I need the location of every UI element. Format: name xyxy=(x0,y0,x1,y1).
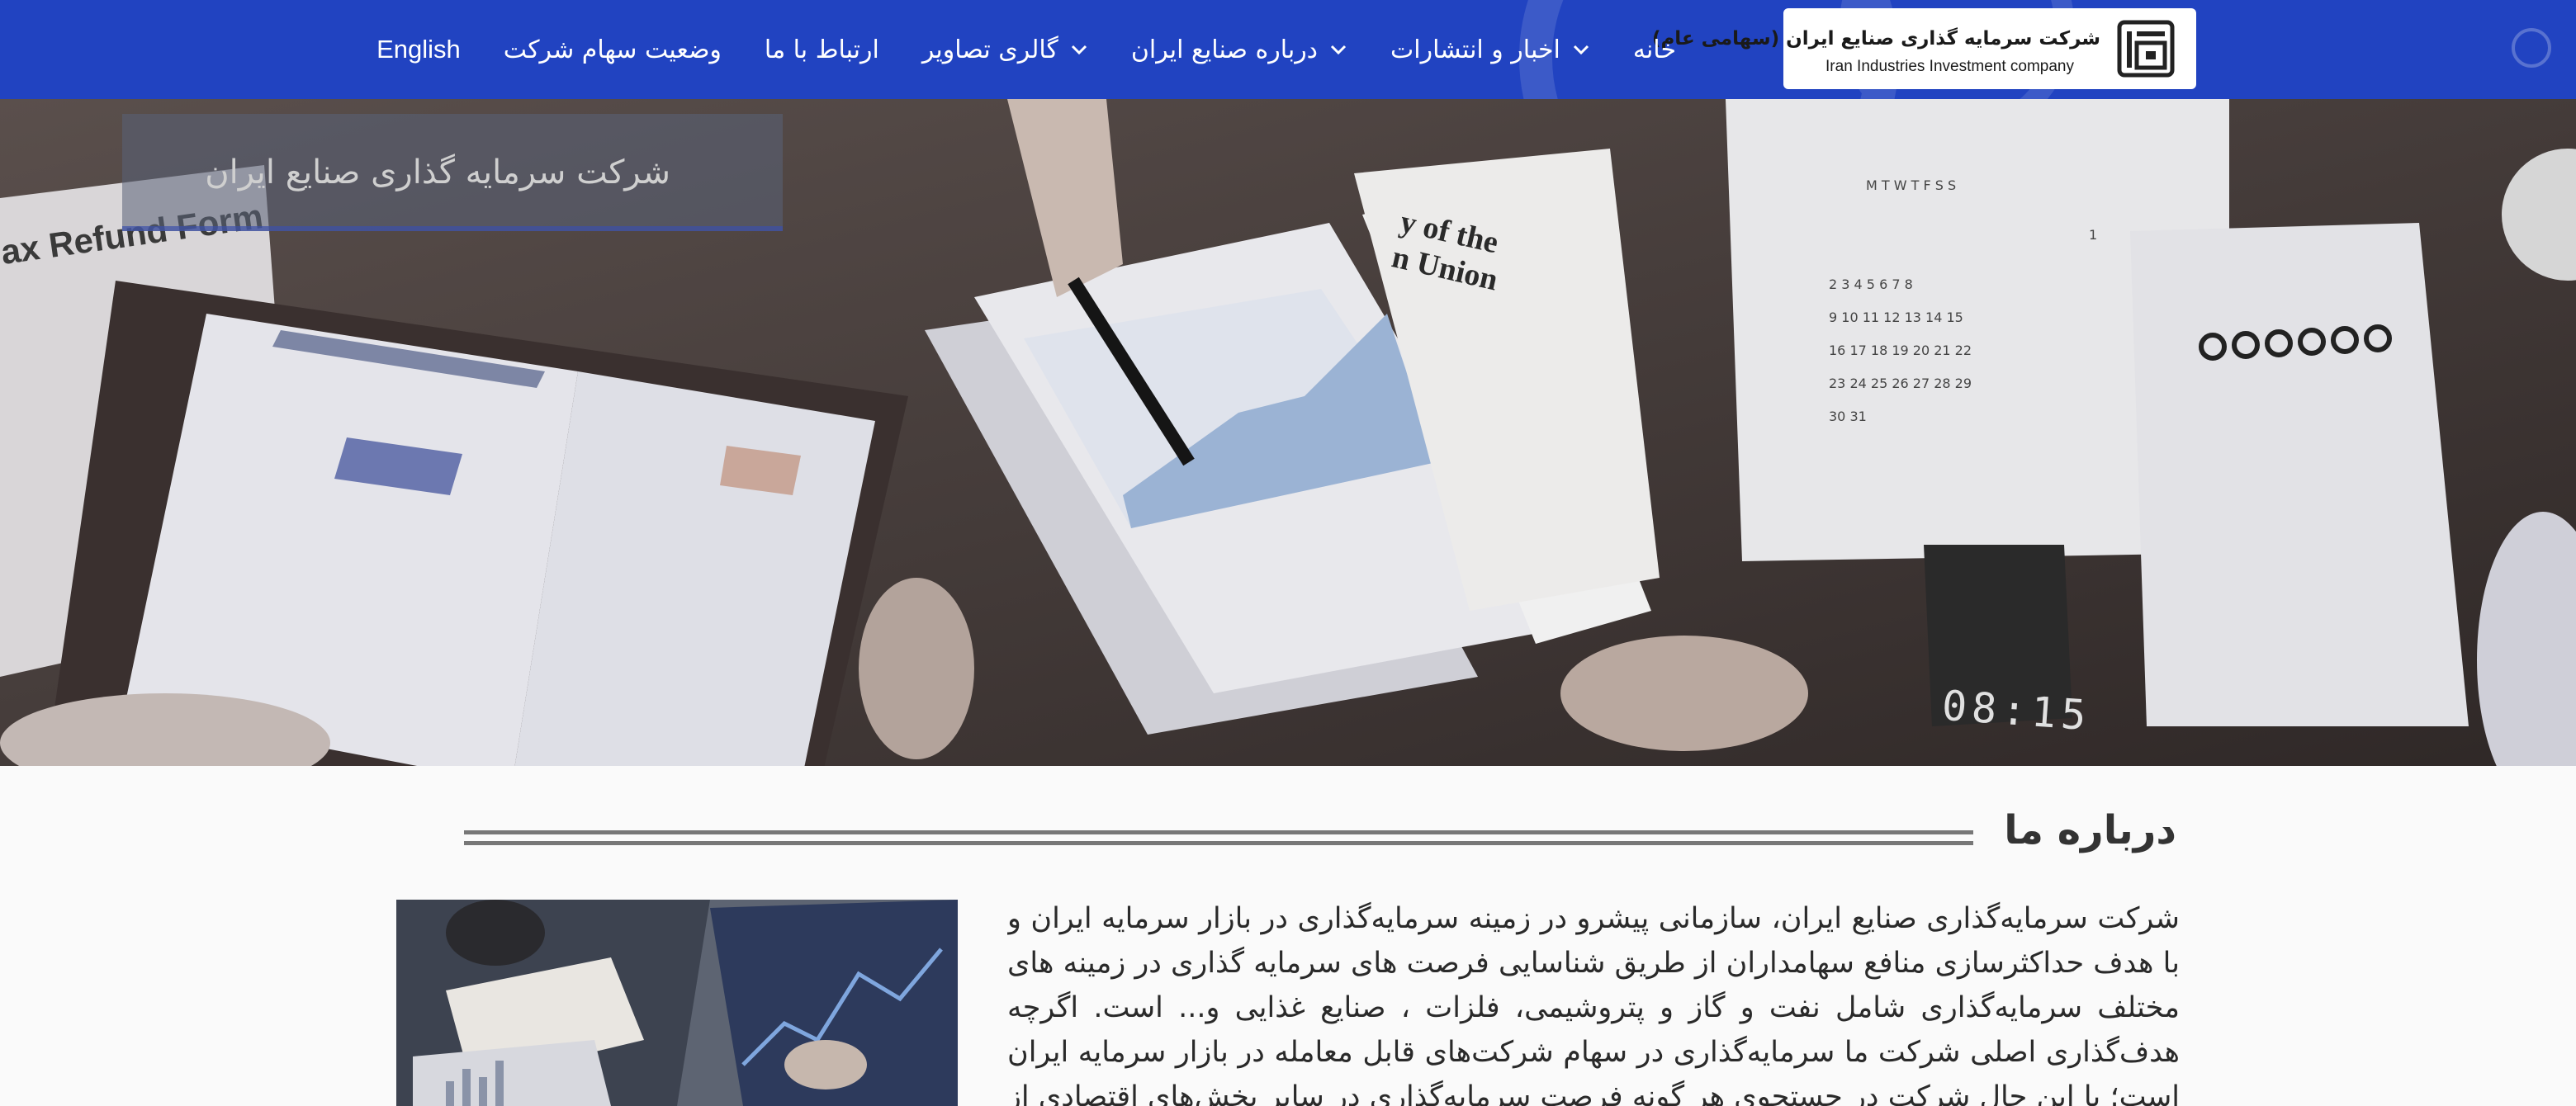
nav-english-label: English xyxy=(376,35,461,64)
nav-english[interactable]: English xyxy=(376,35,461,64)
nav-contact-label: ارتباط با ما xyxy=(764,35,879,64)
hero-caption-text: شرکت سرمایه گذاری صنایع ایران xyxy=(205,154,670,191)
nav-gallery[interactable]: گالری تصاویر xyxy=(922,35,1088,64)
chevron-down-icon xyxy=(1573,45,1589,55)
nav-home[interactable]: خانه xyxy=(1633,35,1676,64)
iiic-logo-icon xyxy=(2117,20,2175,78)
about-photo xyxy=(396,900,958,1106)
nav-news-label: اخبار و انتشارات xyxy=(1390,35,1560,64)
chevron-down-icon xyxy=(1071,45,1087,55)
nav-stock-status-label: وضعیت سهام شرکت xyxy=(503,35,722,64)
about-title: درباره ما xyxy=(2004,807,2176,853)
chevron-down-icon xyxy=(1330,45,1347,55)
nav-contact[interactable]: ارتباط با ما xyxy=(765,35,879,64)
hero-caption-box: شرکت سرمایه گذاری صنایع ایران xyxy=(122,114,783,231)
top-navbar: شرکت سرمایه گذاری صنایع ایران (سهامی عام… xyxy=(0,0,2576,99)
nav-about-label: درباره صنایع ایران xyxy=(1130,35,1319,64)
svg-text:30 31: 30 31 xyxy=(1829,409,1867,424)
about-image xyxy=(396,900,958,1106)
nav-news[interactable]: اخبار و انتشارات xyxy=(1390,35,1590,64)
nav-about[interactable]: درباره صنایع ایران xyxy=(1131,35,1347,64)
main-menu: خانه اخبار و انتشارات درباره صنایع ایران… xyxy=(272,0,1676,99)
svg-text:1: 1 xyxy=(2089,227,2097,243)
navbar-corner-icon xyxy=(2512,28,2551,68)
about-title-divider xyxy=(464,830,1973,845)
brand-name-fa: شرکت سرمایه گذاری صنایع ایران (سهامی عام… xyxy=(1651,28,2100,50)
nav-stock-status[interactable]: وضعیت سهام شرکت xyxy=(504,35,722,64)
about-body: شرکت سرمایه‌گذاری صنایع ایران، سازمانی پ… xyxy=(1007,902,2180,1106)
svg-text:16 17 18 19 20 21 22: 16 17 18 19 20 21 22 xyxy=(1829,343,1972,358)
svg-text:2 3 4 5 6 7: 2 3 4 5 6 7 8 xyxy=(1829,276,1913,292)
brand-name-en: Iran Industries Investment company xyxy=(1825,58,2074,75)
hero-banner: M T W T F S S 1 2 3 4 5 6 7 8 9 10 11 12… xyxy=(0,99,2576,766)
svg-text:23 24 25 26 27 28 29: 23 24 25 26 27 28 29 xyxy=(1829,376,1972,391)
svg-text:9 10 11 12 13 14 15: 9 10 11 12 13 14 15 xyxy=(1829,310,1963,325)
nav-home-label: خانه xyxy=(1632,35,1676,64)
brand-logo[interactable]: شرکت سرمایه گذاری صنایع ایران (سهامی عام… xyxy=(1652,8,2196,89)
nav-gallery-label: گالری تصاویر xyxy=(921,35,1058,64)
svg-text:M T W T F S S: M T W T F S S xyxy=(1866,177,1956,193)
